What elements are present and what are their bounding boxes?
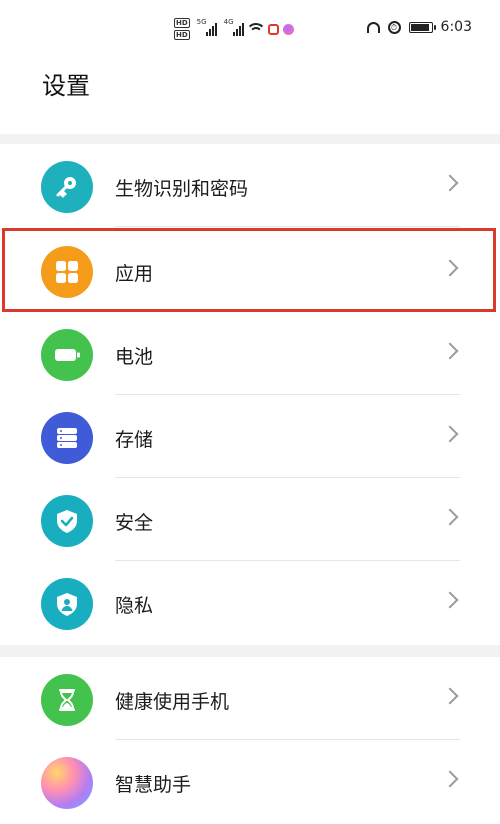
chevron-right-icon [441,259,459,277]
storage-icon [41,412,93,464]
privacy-icon [41,578,93,630]
chevron-right-icon [441,591,459,609]
settings-item-battery[interactable]: 电池 [0,312,500,395]
settings-item-privacy[interactable]: 隐私 [0,561,500,644]
settings-item-label: 隐私 [115,595,154,617]
status-bar: HD HD 5G 4G ⏱ 6:03 [0,0,500,56]
headset-icon [366,21,380,33]
divider [115,226,460,227]
status-right-icons: ⏱ 6:03 [366,19,472,35]
chevron-right-icon [441,770,459,788]
settings-item-smart-assistant[interactable]: 智慧助手 [0,740,500,823]
settings-item-label: 电池 [115,346,154,368]
chevron-right-icon [441,342,459,360]
shield-check-icon [41,495,93,547]
settings-item-label: 生物识别和密码 [115,178,249,200]
assistant-icon [41,757,93,809]
hd-icon: HD HD [174,18,190,40]
apps-grid-icon [41,246,93,298]
signal-icon: 4G [224,18,244,36]
settings-item-biometrics-password[interactable]: 生物识别和密码 [0,144,500,227]
app-icon [282,23,294,35]
settings-item-label: 健康使用手机 [115,691,230,713]
status-left-icons: HD HD 5G 4G [174,16,294,42]
section-divider [0,645,500,657]
signal-1-label: 5G [196,18,207,26]
settings-item-label: 安全 [115,512,154,534]
settings-item-security[interactable]: 安全 [0,478,500,561]
settings-item-label: 应用 [115,263,154,285]
hd-label-1: HD [174,18,190,28]
wifi-icon [247,23,264,35]
chevron-right-icon [441,508,459,526]
signal-icon: 5G [197,18,217,36]
page-title: 设置 [42,72,90,100]
signal-2-label: 4G [223,18,234,26]
chevron-right-icon [441,687,459,705]
hd-label-2: HD [174,30,190,40]
alarm-icon: ⏱ [387,20,401,34]
section-divider [0,134,500,144]
hourglass-icon [41,674,93,726]
settings-item-label: 存储 [115,429,154,451]
key-icon [41,161,93,213]
settings-item-digital-balance[interactable]: 健康使用手机 [0,657,500,740]
settings-item-apps[interactable]: 应用 [0,229,500,312]
settings-item-label: 智慧助手 [115,774,192,796]
chevron-right-icon [441,425,459,443]
battery-icon [408,21,436,33]
chevron-right-icon [441,174,459,192]
notification-icon [267,23,279,35]
settings-item-storage[interactable]: 存储 [0,395,500,478]
battery-icon [41,329,93,381]
status-time: 6:03 [440,19,472,35]
